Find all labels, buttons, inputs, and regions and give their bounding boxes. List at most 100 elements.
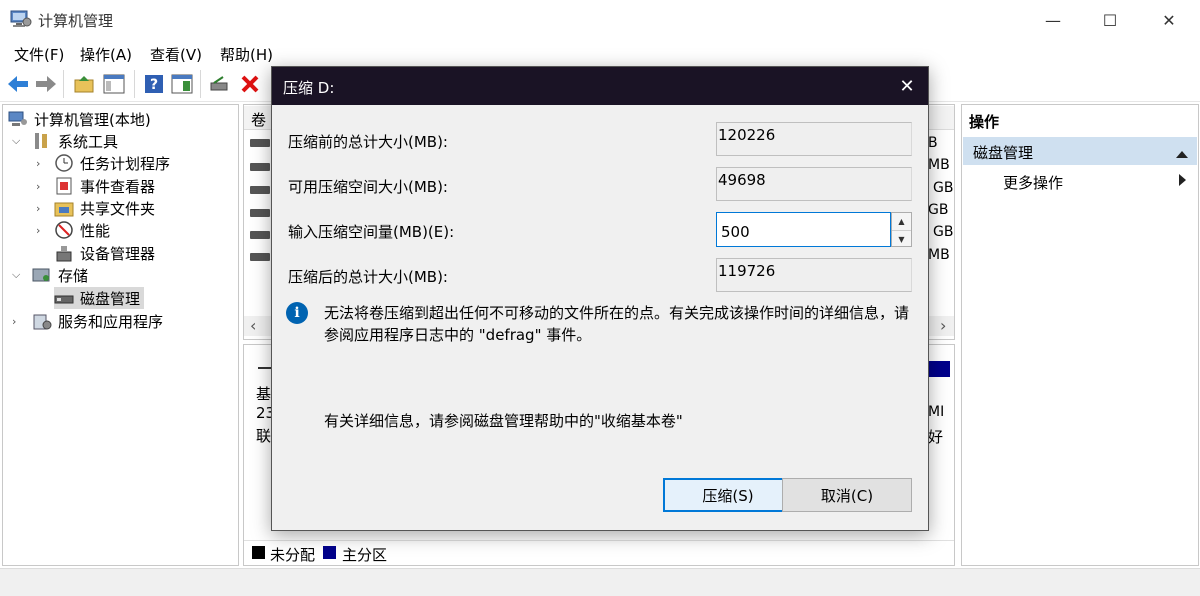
window-title: 计算机管理 [38, 12, 114, 30]
maximize-button[interactable]: ☐ [1087, 0, 1133, 40]
services-icon [32, 312, 52, 330]
performance-icon [54, 221, 74, 239]
toolbar-separator [134, 70, 135, 98]
window-titlebar [0, 0, 1200, 40]
clock-icon [54, 154, 74, 172]
tree-item-device-manager[interactable]: 设备管理器 [54, 242, 155, 264]
delete-icon[interactable] [238, 72, 262, 96]
tree-item-shared-folders[interactable]: › 共享文件夹 [36, 197, 155, 219]
chevron-right-icon[interactable]: › [36, 180, 48, 193]
menu-view[interactable]: 查看(V) [150, 44, 202, 65]
volume-row-icon[interactable] [250, 163, 270, 171]
tree-item-task-scheduler[interactable]: › 任务计划程序 [36, 152, 170, 174]
volume-row-icon[interactable] [250, 139, 270, 147]
tree-item-disk-management[interactable]: 磁盘管理 [54, 287, 145, 309]
partition-label-fragment: 好 [928, 428, 944, 446]
partition-label-fragment: MI [928, 404, 945, 420]
storage-icon [32, 266, 52, 284]
toolbar-separator [200, 70, 201, 98]
volume-row-icon[interactable] [250, 253, 270, 261]
tree-item-system-tools[interactable]: ⌵ 系统工具 [12, 130, 118, 152]
dialog-close-icon[interactable]: ✕ [893, 74, 921, 98]
cancel-button[interactable]: 取消(C) [782, 478, 912, 512]
disk-label-fragment: 基 [256, 385, 272, 403]
tree-label: 事件查看器 [80, 177, 156, 196]
volume-row-icon[interactable] [250, 209, 270, 217]
back-arrow-icon[interactable] [6, 72, 30, 96]
chevron-right-icon[interactable]: › [36, 202, 48, 215]
dialog-titlebar [272, 67, 928, 105]
volume-size-fragment: MB [928, 157, 950, 173]
tree-label: 共享文件夹 [80, 199, 156, 218]
help-icon[interactable]: ? [142, 72, 166, 96]
volume-row-icon[interactable] [250, 231, 270, 239]
unallocated-swatch [252, 546, 265, 559]
toolbar-separator [63, 70, 64, 98]
device-manager-icon [54, 244, 74, 262]
volume-size-fragment: MB [928, 247, 950, 263]
disk-bar-fragment [258, 367, 272, 369]
tree-item-event-viewer[interactable]: › 事件查看器 [36, 175, 155, 197]
disk-icon [54, 289, 74, 307]
chevron-right-icon[interactable]: › [36, 224, 48, 237]
computer-management-icon [10, 9, 32, 29]
volume-size-fragment: GB [928, 202, 949, 218]
shrink-amount-input[interactable] [716, 212, 891, 247]
tree-label: 设备管理器 [80, 244, 156, 263]
tools-icon [32, 132, 52, 150]
tree-label: 服务和应用程序 [58, 312, 164, 331]
tree-label: 性能 [80, 221, 111, 240]
volume-row-icon[interactable] [250, 186, 270, 194]
minimize-button[interactable]: — [1030, 0, 1076, 40]
chevron-right-icon[interactable]: › [12, 315, 24, 328]
shrink-button[interactable]: 压缩(S) [663, 478, 793, 512]
legend-primary-partition: 主分区 [342, 546, 388, 564]
dialog-title: 压缩 D: [283, 79, 335, 97]
tree-label: 系统工具 [58, 132, 119, 151]
volume-size-fragment: GB [933, 224, 954, 240]
tree-item-performance[interactable]: › 性能 [36, 219, 110, 241]
volume-size-fragment: B [928, 135, 938, 151]
menu-file[interactable]: 文件(F) [14, 44, 64, 65]
available-space-label: 可用压缩空间大小(MB): [288, 178, 448, 196]
event-viewer-icon [54, 177, 74, 195]
close-button[interactable]: ✕ [1146, 0, 1192, 40]
stepper-up-icon[interactable]: ▲ [892, 213, 911, 230]
menu-action[interactable]: 操作(A) [80, 44, 132, 65]
show-hide-tree-icon[interactable] [102, 72, 126, 96]
help-detail-message: 有关详细信息，请参阅磁盘管理帮助中的"收缩基本卷" [324, 412, 683, 430]
scroll-left-icon[interactable]: ‹ [250, 316, 256, 335]
shrink-amount-stepper[interactable]: ▲ ▼ [891, 212, 912, 247]
shrink-amount-label: 输入压缩空间量(MB)(E): [288, 223, 455, 241]
tree-item-storage[interactable]: ⌵ 存储 [12, 264, 88, 286]
chevron-down-icon[interactable]: ⌵ [12, 268, 24, 282]
stepper-down-icon[interactable]: ▼ [892, 230, 911, 247]
disk-label-fragment: 联 [256, 427, 272, 445]
status-bar [0, 568, 1200, 596]
info-message: 无法将卷压缩到超出任何不可移动的文件所在的点。有关完成该操作时间的详细信息，请参… [324, 304, 910, 344]
menu-help[interactable]: 帮助(H) [220, 44, 273, 65]
available-space-value: 49698 [716, 167, 912, 201]
primary-partition-bar [928, 361, 950, 377]
tree-label: 任务计划程序 [80, 154, 171, 173]
tree-item-root[interactable]: 计算机管理(本地) [8, 108, 151, 130]
more-actions-link[interactable]: 更多操作 [1003, 172, 1063, 193]
collapse-triangle-icon[interactable] [1176, 146, 1188, 162]
actions-pane [961, 104, 1199, 566]
actions-title: 操作 [969, 113, 1000, 131]
chevron-right-icon[interactable]: › [36, 157, 48, 170]
total-after-label: 压缩后的总计大小(MB): [288, 268, 448, 286]
tree-item-services[interactable]: › 服务和应用程序 [12, 310, 163, 332]
chevron-down-icon[interactable]: ⌵ [12, 134, 24, 148]
up-folder-icon[interactable] [72, 72, 96, 96]
total-after-value: 119726 [716, 258, 912, 292]
shared-folder-icon [54, 199, 74, 217]
legend-unallocated: 未分配 [270, 546, 316, 564]
submenu-arrow-icon[interactable] [1178, 173, 1186, 191]
column-header-volume[interactable]: 卷 [251, 109, 266, 130]
connect-drive-icon[interactable] [208, 72, 232, 96]
tree-label: 存储 [58, 266, 89, 285]
properties-icon[interactable] [170, 72, 194, 96]
scroll-right-icon[interactable]: › [940, 316, 946, 335]
forward-arrow-icon[interactable] [34, 72, 58, 96]
